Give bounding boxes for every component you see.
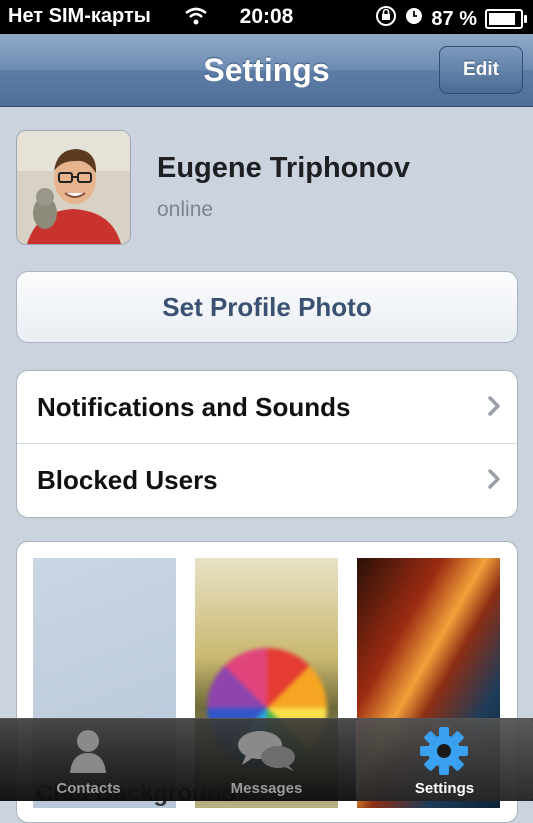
tab-bar: Contacts Messages Settings (0, 718, 533, 801)
notifications-row[interactable]: Notifications and Sounds (17, 371, 517, 444)
profile-name: Eugene Triphonov (157, 152, 410, 184)
tab-settings[interactable]: Settings (356, 719, 533, 801)
gear-icon (356, 725, 533, 777)
avatar[interactable] (16, 130, 131, 245)
tab-messages[interactable]: Messages (178, 719, 355, 801)
status-bar: Нет SIM-карты 20:08 87 % (0, 0, 533, 34)
rotation-lock-icon (375, 5, 397, 33)
nav-bar: Settings Edit (0, 34, 533, 107)
chevron-right-icon (487, 468, 501, 495)
row-label: Blocked Users (37, 465, 218, 495)
chat-bubbles-icon (178, 725, 355, 777)
row-label: Notifications and Sounds (37, 392, 351, 422)
tab-label: Settings (414, 780, 475, 797)
settings-group: Notifications and Sounds Blocked Users (16, 370, 518, 518)
status-right: 87 % (375, 5, 527, 33)
alarm-icon (405, 7, 423, 31)
tab-contacts[interactable]: Contacts (0, 719, 177, 801)
tab-label: Contacts (56, 780, 121, 797)
battery-percent: 87 % (431, 7, 477, 30)
person-icon (0, 725, 177, 777)
edit-button[interactable]: Edit (439, 46, 523, 94)
profile-status: online (157, 198, 214, 221)
blocked-users-row[interactable]: Blocked Users (17, 444, 517, 516)
set-profile-photo-button[interactable]: Set Profile Photo (16, 271, 518, 343)
battery-icon (485, 9, 527, 29)
chevron-right-icon (487, 395, 501, 422)
tab-label: Messages (230, 780, 303, 797)
